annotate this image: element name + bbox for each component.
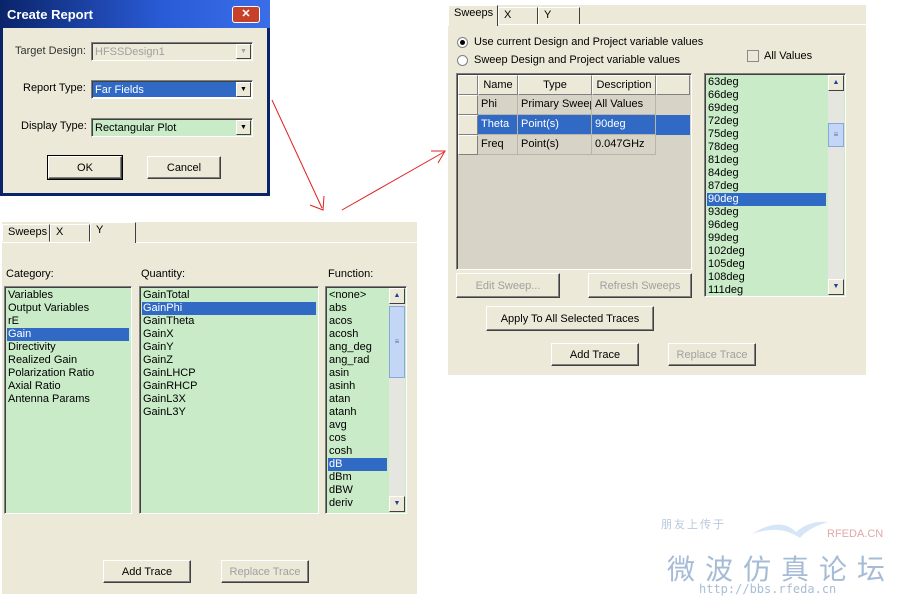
arrow-to-sweeps-panel — [341, 151, 445, 211]
tab-y[interactable]: Y — [90, 222, 136, 243]
watermark-url: http://bbs.rfeda.cn — [699, 582, 837, 596]
arrow-to-y-panel — [271, 99, 323, 209]
watermark: 朋友上传于 RFEDA.CN 微波仿真论坛 http://bbs.rfeda.c… — [655, 512, 905, 598]
annotation-arrows — [271, 99, 446, 211]
watermark-line1: 朋友上传于 — [661, 519, 726, 531]
tab-sweeps[interactable]: Sweeps — [448, 5, 498, 26]
watermark-bird-icon — [750, 514, 830, 542]
watermark-site: RFEDA.CN — [827, 528, 884, 540]
